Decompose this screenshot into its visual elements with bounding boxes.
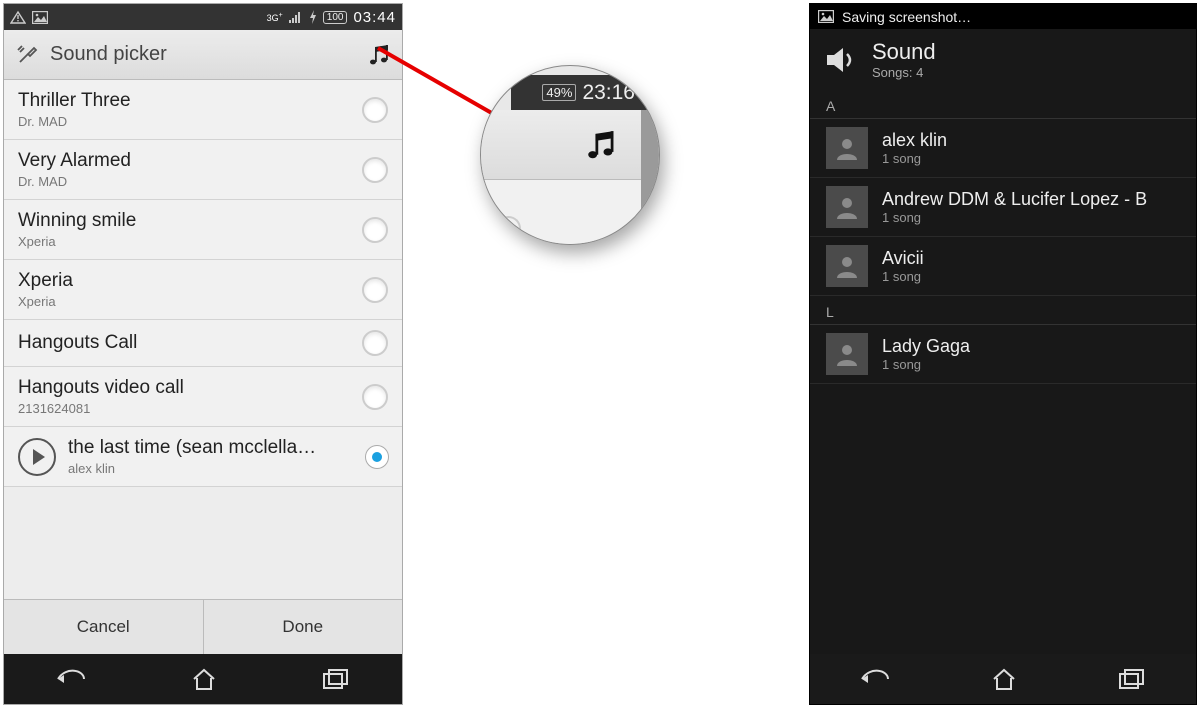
music-note-icon bbox=[583, 127, 619, 163]
artist-songcount: 1 song bbox=[882, 269, 1180, 284]
magnifier-time: 23:16 bbox=[582, 81, 635, 105]
phone-left-screenshot: 3G+ 100 03:44 Sound picker Thriller Thre… bbox=[3, 3, 403, 705]
nav-bar bbox=[4, 654, 402, 704]
sound-subtitle: Xperia bbox=[18, 234, 362, 249]
sound-title: Very Alarmed bbox=[18, 150, 362, 172]
radio-button[interactable] bbox=[362, 217, 388, 243]
dialog-buttons: Cancel Done bbox=[4, 599, 402, 654]
artist-name: Avicii bbox=[882, 248, 1180, 269]
artist-row[interactable]: Avicii1 song bbox=[810, 237, 1196, 296]
status-bar: 3G+ 100 03:44 bbox=[4, 4, 402, 30]
section-header: L bbox=[810, 296, 1196, 325]
signal-icon bbox=[289, 11, 303, 23]
play-icon[interactable] bbox=[18, 438, 56, 476]
status-bar: Saving screenshot… bbox=[810, 4, 1196, 29]
sound-row[interactable]: Winning smile Xperia bbox=[4, 200, 402, 260]
artist-list[interactable]: Aalex klin1 songAndrew DDM & Lucifer Lop… bbox=[810, 90, 1196, 654]
artist-row[interactable]: Lady Gaga1 song bbox=[810, 325, 1196, 384]
radio-button[interactable] bbox=[362, 330, 388, 356]
clock: 03:44 bbox=[353, 9, 396, 26]
home-icon[interactable] bbox=[191, 667, 217, 691]
image-icon bbox=[32, 11, 48, 24]
sound-subtitle: Xperia bbox=[18, 294, 362, 309]
artist-songcount: 1 song bbox=[882, 151, 1180, 166]
screen-header: Sound Songs: 4 bbox=[810, 29, 1196, 90]
back-icon[interactable] bbox=[56, 668, 86, 690]
home-icon[interactable] bbox=[991, 667, 1017, 691]
recent-icon[interactable] bbox=[1118, 668, 1146, 690]
radio-button[interactable] bbox=[362, 384, 388, 410]
phone-right-screenshot: Saving screenshot… Sound Songs: 4 Aalex … bbox=[809, 3, 1197, 705]
sound-subtitle: 2131624081 bbox=[18, 401, 362, 416]
music-note-icon[interactable] bbox=[366, 42, 392, 68]
app-bar: Sound picker bbox=[4, 30, 402, 80]
section-header: A bbox=[810, 90, 1196, 119]
header-title: Sound bbox=[872, 39, 936, 65]
radio-button[interactable] bbox=[366, 446, 388, 468]
app-bar-title: Sound picker bbox=[50, 43, 366, 66]
radio-button[interactable] bbox=[362, 97, 388, 123]
sound-row[interactable]: Hangouts Call bbox=[4, 320, 402, 367]
battery-badge: 100 bbox=[323, 11, 348, 24]
avatar-placeholder-icon bbox=[826, 333, 868, 375]
done-button[interactable]: Done bbox=[204, 600, 403, 654]
sound-row[interactable]: Very Alarmed Dr. MAD bbox=[4, 140, 402, 200]
sound-row[interactable]: Thriller Three Dr. MAD bbox=[4, 80, 402, 140]
artist-name: alex klin bbox=[882, 130, 1180, 151]
nav-bar bbox=[810, 654, 1196, 704]
sound-title: the last time (sean mcclella… bbox=[68, 437, 366, 459]
sound-title: Hangouts video call bbox=[18, 377, 362, 399]
radio-button[interactable] bbox=[362, 277, 388, 303]
artist-name: Andrew DDM & Lucifer Lopez - B bbox=[882, 189, 1180, 210]
recent-icon[interactable] bbox=[322, 668, 350, 690]
magnifier-battery: 49% bbox=[542, 84, 576, 101]
sound-row[interactable]: Hangouts video call 2131624081 bbox=[4, 367, 402, 427]
status-text: Saving screenshot… bbox=[842, 9, 971, 25]
cancel-button[interactable]: Cancel bbox=[4, 600, 204, 654]
artist-songcount: 1 song bbox=[882, 210, 1180, 225]
sound-row[interactable]: Xperia Xperia bbox=[4, 260, 402, 320]
artist-row[interactable]: alex klin1 song bbox=[810, 119, 1196, 178]
tools-icon bbox=[14, 42, 40, 68]
back-icon[interactable] bbox=[860, 668, 890, 690]
artist-row[interactable]: Andrew DDM & Lucifer Lopez - B1 song bbox=[810, 178, 1196, 237]
artist-name: Lady Gaga bbox=[882, 336, 1180, 357]
network-label: 3G+ bbox=[267, 12, 283, 22]
avatar-placeholder-icon bbox=[826, 186, 868, 228]
avatar-placeholder-icon bbox=[826, 127, 868, 169]
sound-title: Thriller Three bbox=[18, 90, 362, 112]
radio-button[interactable] bbox=[362, 157, 388, 183]
image-icon bbox=[818, 10, 834, 23]
sound-subtitle: alex klin bbox=[68, 461, 366, 476]
speaker-icon bbox=[824, 44, 858, 76]
header-subtitle: Songs: 4 bbox=[872, 65, 936, 80]
sound-row[interactable]: the last time (sean mcclella… alex klin bbox=[4, 427, 402, 487]
avatar-placeholder-icon bbox=[826, 245, 868, 287]
sound-subtitle: Dr. MAD bbox=[18, 174, 362, 189]
notification-icon bbox=[10, 10, 26, 24]
sound-list[interactable]: Thriller Three Dr. MAD Very Alarmed Dr. MAD… bbox=[4, 80, 402, 599]
magnifier-callout: 49% 23:16 bbox=[480, 65, 660, 245]
sound-title: Xperia bbox=[18, 270, 362, 292]
sound-subtitle: Dr. MAD bbox=[18, 114, 362, 129]
sound-title: Winning smile bbox=[18, 210, 362, 232]
bolt-icon bbox=[309, 10, 317, 24]
artist-songcount: 1 song bbox=[882, 357, 1180, 372]
sound-title: Hangouts Call bbox=[18, 332, 362, 354]
